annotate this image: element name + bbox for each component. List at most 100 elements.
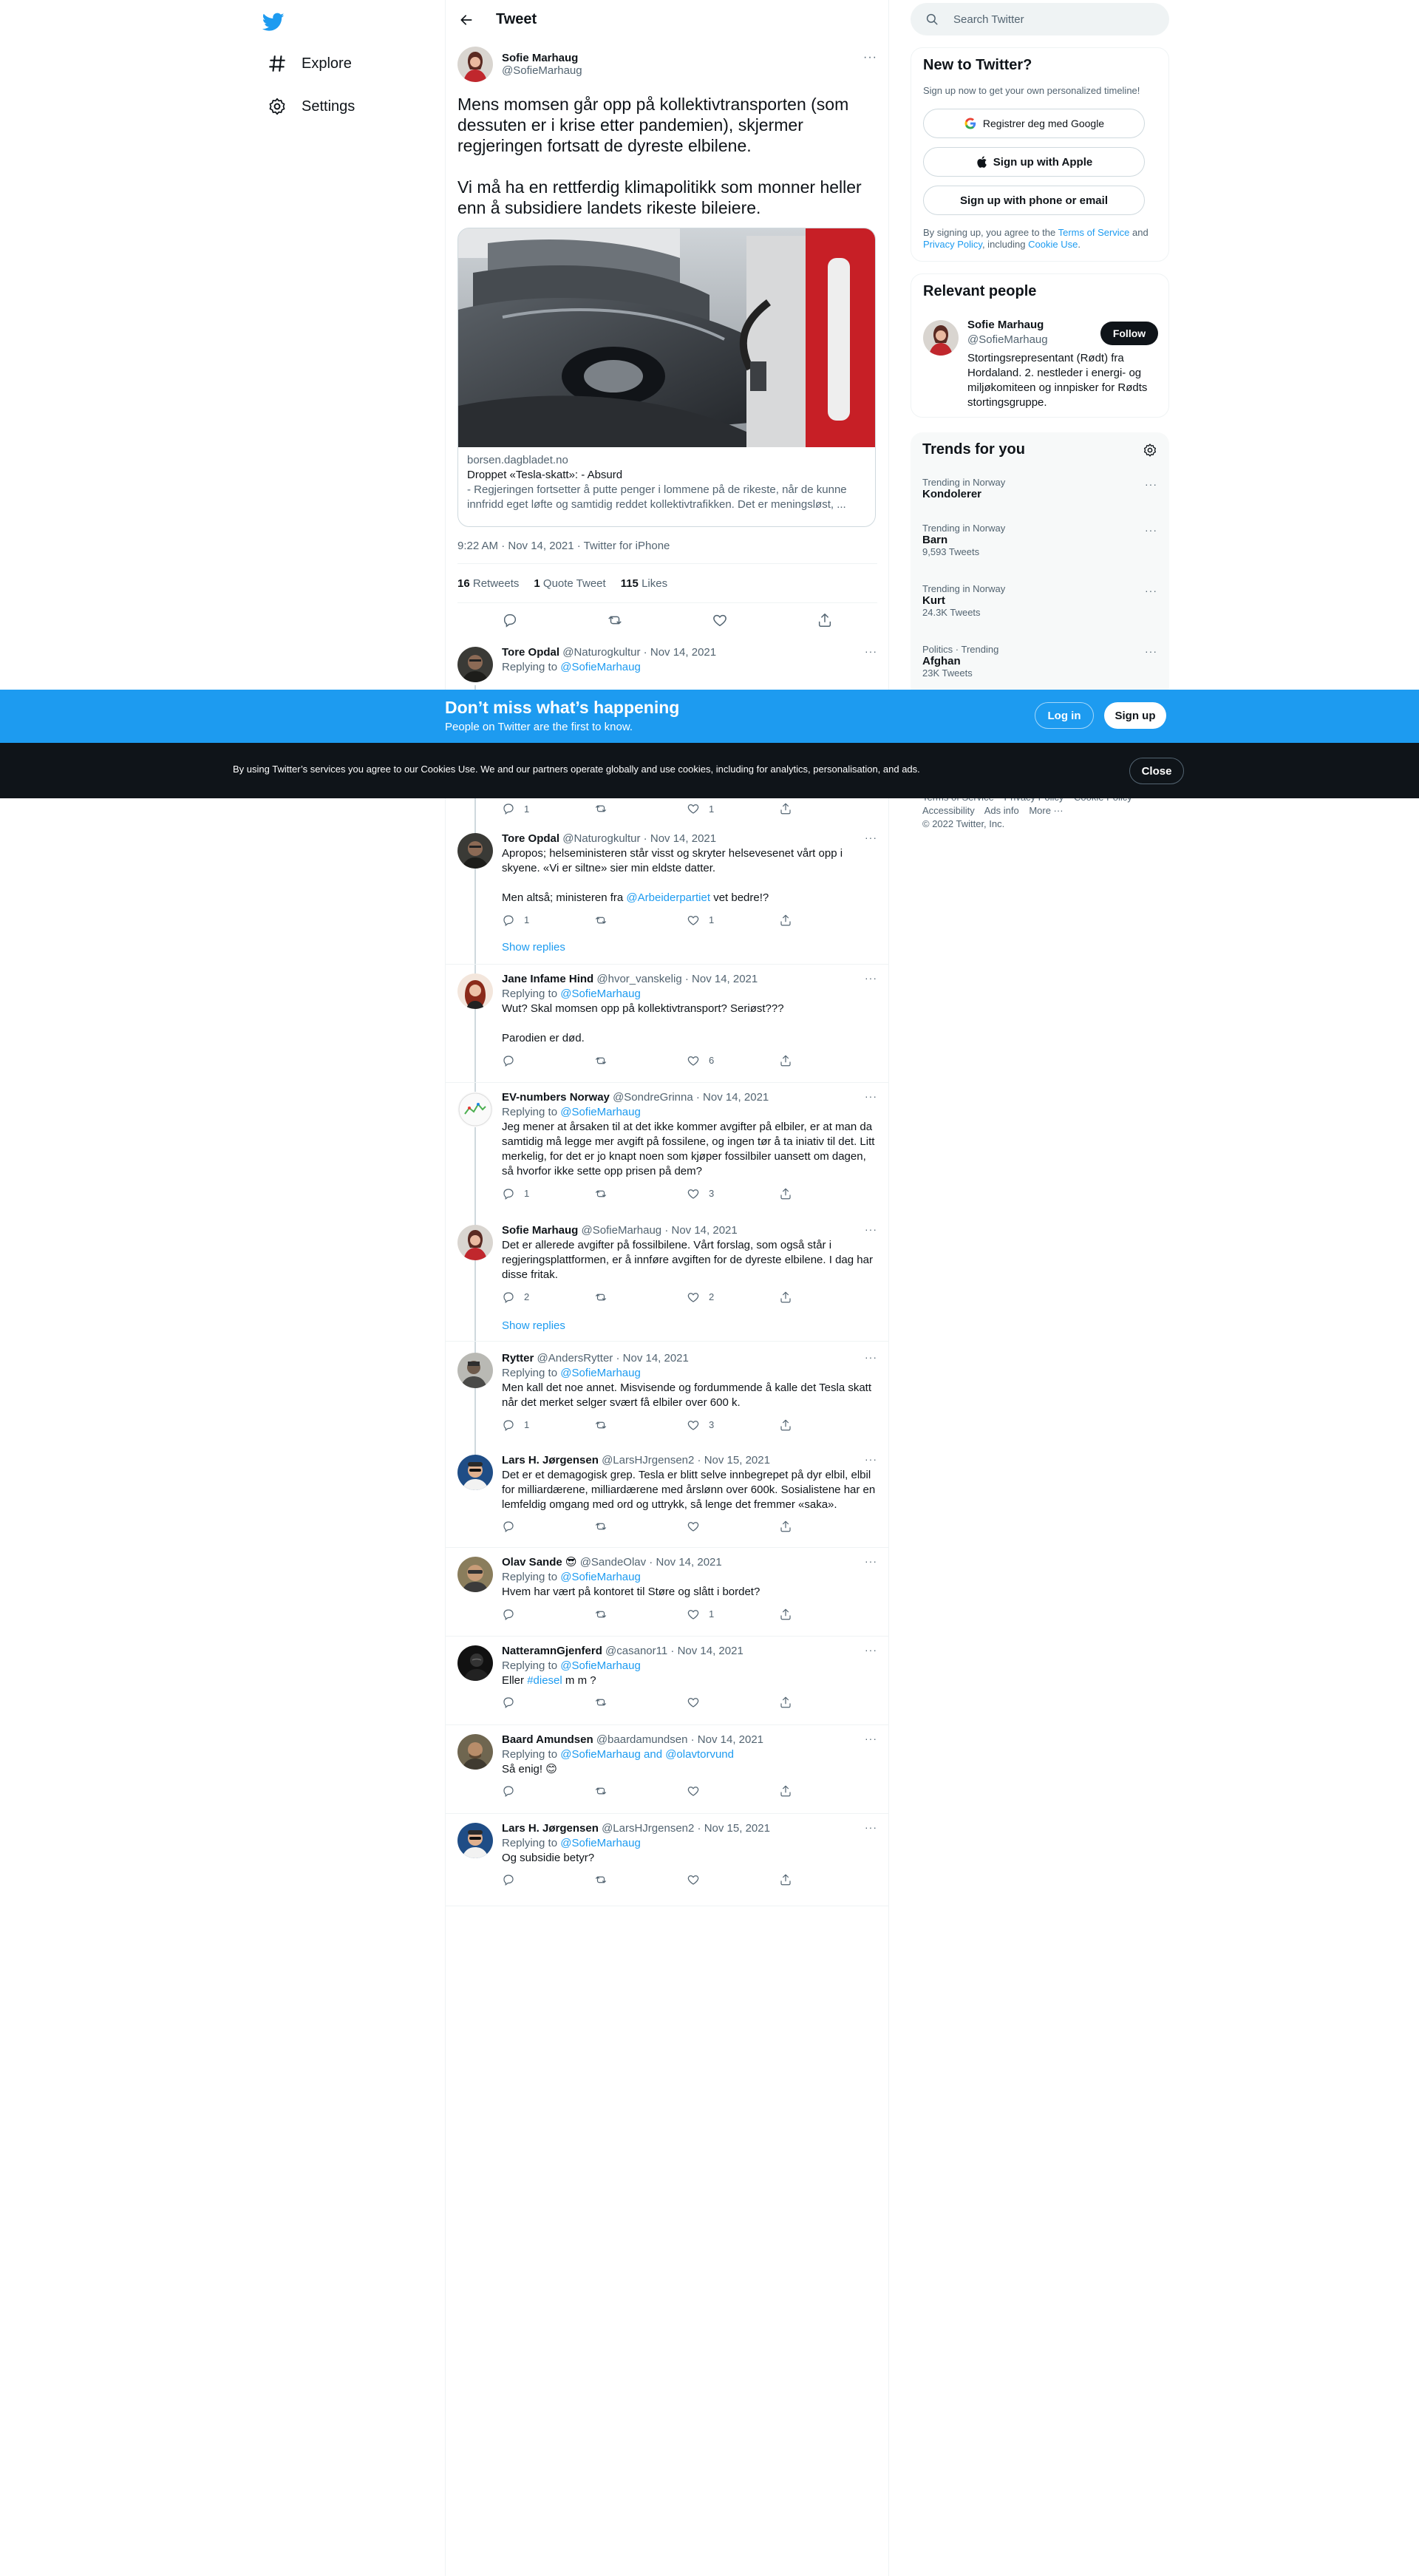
close-button[interactable]: Close <box>1129 758 1184 784</box>
more-options-icon[interactable]: ··· <box>1145 524 1157 536</box>
avatar[interactable] <box>923 320 959 356</box>
more-options-icon[interactable]: ··· <box>865 1351 877 1363</box>
reply-author-name[interactable]: Lars H. Jørgensen <box>502 1454 599 1467</box>
footer-more-link[interactable]: More ··· <box>1029 805 1063 816</box>
reply-author-handle[interactable]: @baardamundsen <box>596 1733 688 1746</box>
footer-ads-link[interactable]: Ads info <box>984 805 1019 816</box>
retweet-icon[interactable] <box>594 1696 687 1709</box>
retweet-icon[interactable] <box>594 1418 687 1433</box>
reply-tweet[interactable]: Jane Infame Hind @hvor_vanskelig · Nov 1… <box>446 965 889 1083</box>
gear-icon[interactable] <box>1143 443 1157 458</box>
share-icon[interactable] <box>779 1696 871 1709</box>
reply-author-handle[interactable]: @SondreGrinna <box>613 1091 693 1104</box>
link-preview-card[interactable]: borsen.dagbladet.no Droppet «Tesla-skatt… <box>457 228 876 527</box>
more-options-icon[interactable]: ··· <box>865 832 877 843</box>
share-icon[interactable] <box>779 1873 871 1886</box>
author-name[interactable]: Sofie Marhaug <box>502 52 582 64</box>
search-bar[interactable] <box>911 3 1169 35</box>
more-options-icon[interactable]: ··· <box>865 1555 877 1567</box>
like-icon[interactable] <box>687 1784 779 1798</box>
reply-tweet[interactable]: Baard Amundsen @baardamundsen · Nov 14, … <box>446 1725 889 1814</box>
like-icon[interactable] <box>687 1696 779 1709</box>
avatar[interactable] <box>457 1645 493 1681</box>
reply-author-name[interactable]: NatteramnGjenferd <box>502 1645 602 1657</box>
reply-icon[interactable]: 1 <box>502 913 594 928</box>
reply-author-handle[interactable]: @AndersRytter <box>537 1352 613 1365</box>
replying-to-link[interactable]: @SofieMarhaug <box>560 1837 641 1849</box>
more-options-icon[interactable]: ··· <box>865 1453 877 1465</box>
share-icon[interactable] <box>779 1290 871 1305</box>
avatar[interactable] <box>457 1225 493 1260</box>
author-handle[interactable]: @SofieMarhaug <box>502 64 582 77</box>
avatar[interactable] <box>457 647 493 682</box>
apple-signup-button[interactable]: Sign up with Apple <box>923 147 1145 177</box>
phone-email-signup-button[interactable]: Sign up with phone or email <box>923 186 1145 215</box>
reply-date[interactable]: Nov 15, 2021 <box>704 1454 770 1467</box>
like-icon[interactable]: 2 <box>687 1290 779 1305</box>
like-icon[interactable]: 6 <box>687 1053 779 1068</box>
reply-tweet[interactable]: Sofie Marhaug @SofieMarhaug · Nov 14, 20… <box>446 1216 889 1342</box>
reply-date[interactable]: Nov 14, 2021 <box>656 1556 721 1569</box>
terms-link[interactable]: Terms of Service <box>1058 227 1130 238</box>
trend-item[interactable]: Trending in Norway Kurt 24.3K Tweets ··· <box>922 583 1157 618</box>
back-arrow-icon[interactable] <box>457 11 475 29</box>
reply-date[interactable]: Nov 14, 2021 <box>678 1645 743 1657</box>
reply-icon[interactable] <box>502 612 518 628</box>
avatar[interactable] <box>457 973 493 1009</box>
reply-icon[interactable] <box>502 1784 594 1798</box>
reply-icon[interactable]: 1 <box>502 1186 594 1201</box>
reply-author-name[interactable]: Tore Opdal <box>502 646 559 659</box>
reply-icon[interactable]: 2 <box>502 1290 594 1305</box>
avatar[interactable] <box>457 1734 493 1770</box>
reply-icon[interactable] <box>502 1053 594 1068</box>
reply-date[interactable]: Nov 14, 2021 <box>650 646 716 659</box>
reply-date[interactable]: Nov 14, 2021 <box>672 1224 738 1237</box>
share-icon[interactable] <box>779 1418 871 1433</box>
reply-author-name[interactable]: Rytter <box>502 1352 534 1365</box>
reply-author-name[interactable]: Jane Infame Hind <box>502 973 593 985</box>
likes-stat[interactable]: 115 Likes <box>621 577 667 590</box>
nav-settings[interactable]: Settings <box>259 87 364 126</box>
more-options-icon[interactable]: ··· <box>865 1733 877 1744</box>
avatar[interactable] <box>457 1557 493 1592</box>
more-options-icon[interactable]: ··· <box>865 1644 877 1656</box>
reply-author-handle[interactable]: @Naturogkultur <box>562 646 640 659</box>
quotes-stat[interactable]: 1 Quote Tweet <box>534 577 605 590</box>
reply-author-handle[interactable]: @SofieMarhaug <box>582 1224 662 1237</box>
like-icon[interactable]: 3 <box>687 1186 779 1201</box>
avatar[interactable] <box>457 47 493 82</box>
twitter-logo-icon[interactable] <box>259 7 288 37</box>
reply-icon[interactable] <box>502 1696 594 1709</box>
share-icon[interactable] <box>779 802 871 815</box>
more-options-icon[interactable]: ··· <box>863 51 877 64</box>
privacy-link[interactable]: Privacy Policy <box>923 239 982 250</box>
reply-date[interactable]: Nov 15, 2021 <box>704 1822 770 1835</box>
more-options-icon[interactable]: ··· <box>1145 645 1157 657</box>
reply-author-handle[interactable]: @LarsHJrgensen2 <box>602 1822 694 1835</box>
reply-author-name[interactable]: Tore Opdal <box>502 832 559 845</box>
reply-tweet[interactable]: Rytter @AndersRytter · Nov 14, 2021 Repl… <box>446 1344 889 1449</box>
like-icon[interactable] <box>687 1520 779 1533</box>
retweet-icon[interactable] <box>594 1290 687 1305</box>
cookie-use-link[interactable]: Cookie Use <box>1028 239 1078 250</box>
retweet-icon[interactable] <box>594 1784 687 1798</box>
replying-to-link[interactable]: @SofieMarhaug and @olavtorvund <box>560 1748 734 1761</box>
avatar[interactable] <box>457 1823 493 1858</box>
more-options-icon[interactable]: ··· <box>1145 585 1157 597</box>
more-options-icon[interactable]: ··· <box>865 1090 877 1102</box>
footer-accessibility-link[interactable]: Accessibility <box>922 805 975 816</box>
reply-icon[interactable]: 1 <box>502 802 594 815</box>
follow-button[interactable]: Follow <box>1100 322 1158 345</box>
more-options-icon[interactable]: ··· <box>1145 478 1157 490</box>
person-name[interactable]: Sofie Marhaug <box>967 319 1044 331</box>
reply-author-name[interactable]: Baard Amundsen <box>502 1733 593 1746</box>
like-icon[interactable]: 1 <box>687 802 779 815</box>
reply-tweet[interactable]: NatteramnGjenferd @casanor11 · Nov 14, 2… <box>446 1637 889 1725</box>
replying-to-link[interactable]: @SofieMarhaug <box>560 1367 641 1379</box>
reply-date[interactable]: Nov 14, 2021 <box>698 1733 763 1746</box>
retweet-icon[interactable] <box>594 1520 687 1533</box>
reply-author-handle[interactable]: @LarsHJrgensen2 <box>602 1454 694 1467</box>
reply-date[interactable]: Nov 14, 2021 <box>692 973 758 985</box>
reply-tweet[interactable]: EV-numbers Norway @SondreGrinna · Nov 14… <box>446 1083 889 1219</box>
like-icon[interactable] <box>687 1873 779 1886</box>
